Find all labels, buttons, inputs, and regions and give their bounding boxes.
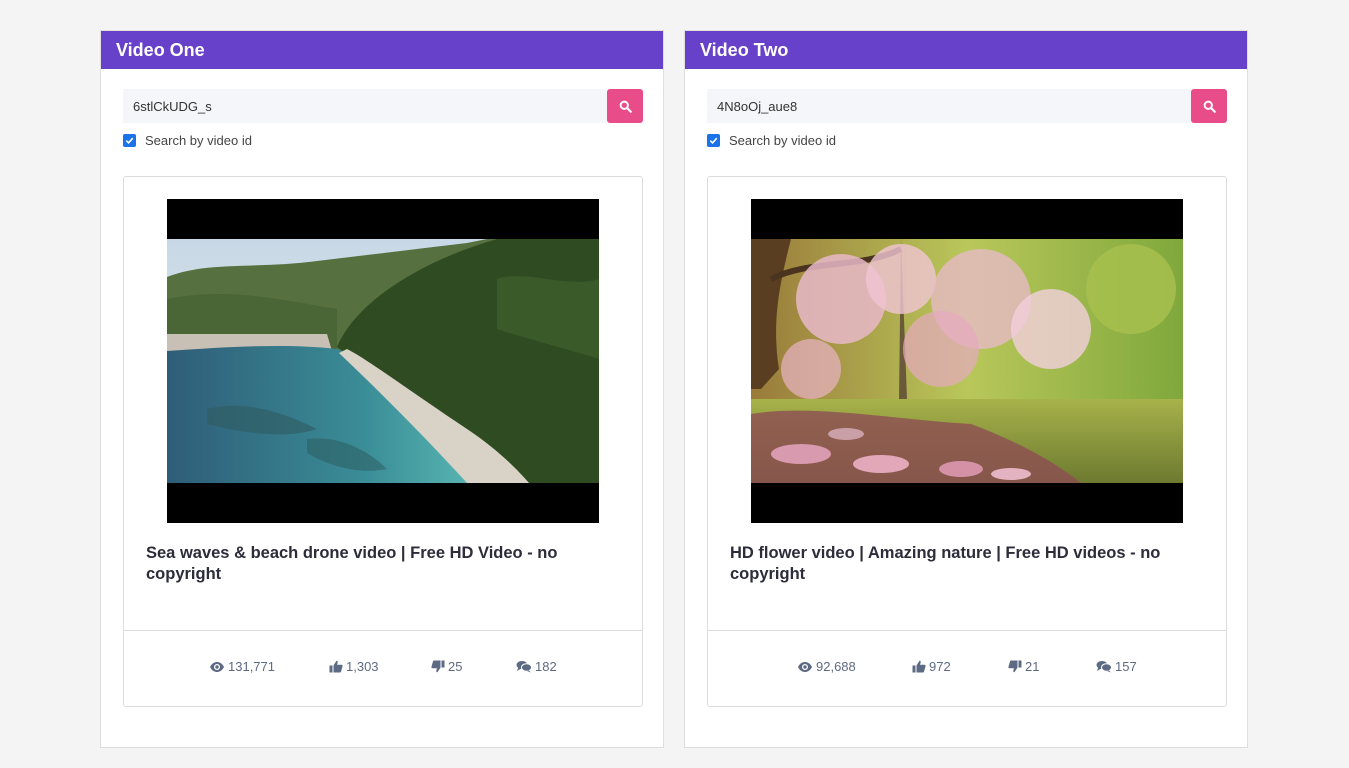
dislikes-stat: 25 xyxy=(431,659,462,674)
video-panel-one: Video One Search by video id xyxy=(100,30,664,748)
views-count: 92,688 xyxy=(816,659,856,674)
search-row xyxy=(123,89,643,123)
likes-count: 972 xyxy=(929,659,951,674)
views-count: 131,771 xyxy=(228,659,275,674)
divider xyxy=(124,630,642,631)
search-button[interactable] xyxy=(607,89,643,123)
comments-stat: 157 xyxy=(1096,659,1137,674)
thumbs-down-icon xyxy=(431,660,445,673)
check-icon xyxy=(125,137,134,145)
dislikes-count: 21 xyxy=(1025,659,1040,674)
comments-icon xyxy=(516,661,532,673)
search-icon xyxy=(619,100,632,113)
search-icon xyxy=(1203,100,1216,113)
checkbox-label: Search by video id xyxy=(145,133,252,148)
video-id-input[interactable] xyxy=(707,89,1191,123)
video-player[interactable] xyxy=(167,199,599,523)
thumbs-down-icon xyxy=(1008,660,1022,673)
divider xyxy=(708,630,1226,631)
checkbox-label: Search by video id xyxy=(729,133,836,148)
check-icon xyxy=(709,137,718,145)
video-title: HD flower video | Amazing nature | Free … xyxy=(730,544,1161,583)
search-row xyxy=(707,89,1227,123)
dislikes-count: 25 xyxy=(448,659,463,674)
panel-header: Video One xyxy=(101,31,663,69)
search-by-id-option: Search by video id xyxy=(707,133,836,148)
comments-stat: 182 xyxy=(516,659,557,674)
video-title: Sea waves & beach drone video | Free HD … xyxy=(146,544,558,583)
video-card: HD flower video | Amazing nature | Free … xyxy=(707,176,1227,707)
search-button[interactable] xyxy=(1191,89,1227,123)
search-by-id-checkbox[interactable] xyxy=(707,134,720,147)
video-card: Sea waves & beach drone video | Free HD … xyxy=(123,176,643,707)
search-by-id-checkbox[interactable] xyxy=(123,134,136,147)
panel-header: Video Two xyxy=(685,31,1247,69)
comments-count: 182 xyxy=(535,659,557,674)
likes-count: 1,303 xyxy=(346,659,379,674)
video-thumbnail-flowers xyxy=(751,239,1183,483)
dislikes-stat: 21 xyxy=(1008,659,1039,674)
views-stat: 131,771 xyxy=(209,659,275,674)
likes-stat: 972 xyxy=(912,659,951,674)
thumbs-up-icon xyxy=(329,660,343,673)
comments-count: 157 xyxy=(1115,659,1137,674)
search-by-id-option: Search by video id xyxy=(123,133,252,148)
eye-icon xyxy=(210,661,224,672)
comments-icon xyxy=(1096,661,1112,673)
thumbs-up-icon xyxy=(912,660,926,673)
video-id-input[interactable] xyxy=(123,89,607,123)
video-panel-two: Video Two Search by video id xyxy=(684,30,1248,748)
eye-icon xyxy=(798,661,812,672)
likes-stat: 1,303 xyxy=(329,659,379,674)
video-player[interactable] xyxy=(751,199,1183,523)
video-thumbnail-beach xyxy=(167,239,599,483)
views-stat: 92,688 xyxy=(797,659,856,674)
